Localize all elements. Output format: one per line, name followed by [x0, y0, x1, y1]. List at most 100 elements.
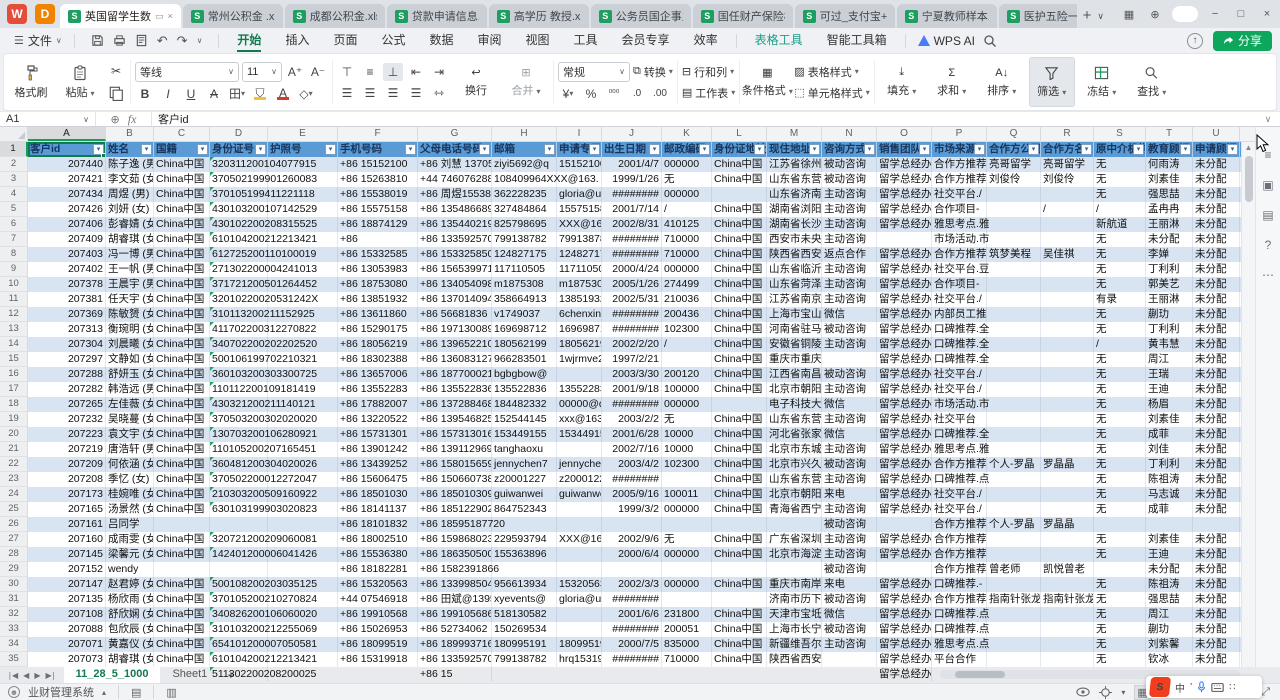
cell[interactable]: China中国	[154, 232, 210, 247]
cell[interactable]	[1041, 652, 1094, 667]
wps-ai-button[interactable]: WPS AI	[912, 34, 981, 48]
cell[interactable]: 无	[1094, 172, 1146, 187]
cell[interactable]: 1997/2/21	[602, 352, 662, 367]
row-header-1[interactable]: 1	[0, 142, 28, 157]
cell[interactable]: 411702200312270822	[210, 322, 268, 337]
cell[interactable]: 130703200106280921	[210, 427, 268, 442]
cell[interactable]: 207297	[28, 352, 106, 367]
cell[interactable]	[1041, 232, 1094, 247]
cell[interactable]: 000000	[662, 262, 712, 277]
cell[interactable]: 200436	[662, 307, 712, 322]
cell[interactable]: 被动咨询	[822, 322, 877, 337]
document-tab[interactable]: S可过_支付宝+_淘宝	[795, 4, 895, 28]
align-top-icon[interactable]: ⊤	[337, 63, 357, 81]
cell[interactable]: 825798695	[492, 217, 557, 232]
cell[interactable]	[602, 562, 662, 577]
filter-dropdown-icon[interactable]: ▾	[1180, 144, 1191, 155]
cell[interactable]: China中国	[154, 487, 210, 502]
cell[interactable]: 赵君婷 (女	[106, 577, 154, 592]
cell[interactable]	[712, 187, 767, 202]
cell[interactable]: 舒欣娴 (女	[106, 607, 154, 622]
cell[interactable]: +86 18002510	[338, 532, 418, 547]
menu-tab-页面[interactable]: 页面	[321, 28, 369, 53]
cell[interactable]: 主动咨询	[822, 187, 877, 202]
cell[interactable]: 西安市未央	[767, 232, 822, 247]
cell[interactable]: 北京市朝阳	[767, 382, 822, 397]
cell[interactable]: China中国	[154, 607, 210, 622]
filter-dropdown-icon[interactable]: ▾	[1081, 144, 1092, 155]
cell[interactable]: China中国	[154, 397, 210, 412]
cell[interactable]: China中国	[154, 277, 210, 292]
filter-dropdown-icon[interactable]: ▾	[699, 144, 710, 155]
cell[interactable]: +86 1565399710	[418, 262, 492, 277]
cell[interactable]: +86 52734062	[418, 622, 492, 637]
row-header-26[interactable]: 26	[0, 517, 28, 532]
cell[interactable]: +86 1582391866	[418, 562, 492, 577]
filter-dropdown-icon[interactable]: ▾	[479, 144, 490, 155]
cell[interactable]: 1wjrmve221(	[557, 352, 602, 367]
header-cell[interactable]: 邮箱▾	[492, 142, 557, 157]
cell[interactable]: 内部员工推	[932, 307, 987, 322]
cell[interactable]: 无	[1094, 247, 1146, 262]
skin-icon[interactable]: ⊕	[1142, 8, 1168, 21]
cell[interactable]: 吴晓蔓 (女	[106, 412, 154, 427]
cell[interactable]: 2002/8/31	[602, 217, 662, 232]
cell[interactable]: 社交平台.豆	[932, 262, 987, 277]
cell[interactable]: 杨欣雨 (女	[106, 592, 154, 607]
cell[interactable]: 169698712	[492, 322, 557, 337]
cell[interactable]: 无	[662, 412, 712, 427]
cell[interactable]: 864752343	[492, 502, 557, 517]
cell[interactable]: 李婵	[1146, 247, 1193, 262]
cell[interactable]: 王迪	[1146, 382, 1193, 397]
cell[interactable]: +86 15575158	[338, 202, 418, 217]
cell[interactable]: 799138782	[492, 652, 557, 667]
row-header-19[interactable]: 19	[0, 412, 28, 427]
cell[interactable]: 799138782	[557, 232, 602, 247]
document-tab[interactable]: S国任财产保险样本.x	[693, 4, 793, 28]
cell[interactable]: 207403	[28, 247, 106, 262]
cell[interactable]: 重庆市南岸	[767, 577, 822, 592]
select-all-corner[interactable]	[0, 127, 28, 141]
sort-button[interactable]: A↓ 排序 ▾	[979, 57, 1025, 107]
italic-button[interactable]: I	[158, 85, 178, 103]
cell[interactable]: 未分配	[1193, 457, 1240, 472]
cell[interactable]: 成菲	[1146, 427, 1193, 442]
cell[interactable]	[987, 322, 1041, 337]
increase-decimal-icon[interactable]: .0	[627, 85, 647, 103]
cell[interactable]: 32010220020531242X	[210, 292, 268, 307]
cell[interactable]: China中国	[712, 217, 767, 232]
header-cell[interactable]: 父母电话号码▾	[418, 142, 492, 157]
cell[interactable]: ########	[602, 232, 662, 247]
cell[interactable]: 山东省东营	[767, 172, 822, 187]
header-cell[interactable]: 教育顾问▾	[1146, 142, 1193, 157]
cell[interactable]: 周江	[1146, 352, 1193, 367]
cell[interactable]: China中国	[154, 577, 210, 592]
cell[interactable]: 罗晶晶	[1041, 457, 1094, 472]
cell[interactable]: 强思喆	[1146, 187, 1193, 202]
row-header-5[interactable]: 5	[0, 202, 28, 217]
cell[interactable]: 来电	[822, 487, 877, 502]
cell[interactable]: 筑梦美程	[987, 247, 1041, 262]
close-window-icon[interactable]: ×	[1254, 8, 1280, 20]
cell[interactable]: +86 13851932	[338, 292, 418, 307]
cell[interactable]: ########	[602, 622, 662, 637]
cell[interactable]: China中国	[154, 172, 210, 187]
cell[interactable]: 207223	[28, 427, 106, 442]
cell[interactable]: 主动咨询	[822, 337, 877, 352]
row-header-32[interactable]: 32	[0, 607, 28, 622]
cell[interactable]	[987, 427, 1041, 442]
cell[interactable]	[987, 352, 1041, 367]
cell[interactable]: 207421	[28, 172, 106, 187]
cell[interactable]: 刘素佳	[1146, 532, 1193, 547]
cell[interactable]: 未分配	[1193, 292, 1240, 307]
cell[interactable]: 刘素佳	[1146, 172, 1193, 187]
cell[interactable]: 1999/3/2	[602, 502, 662, 517]
cell[interactable]: 117110505	[492, 262, 557, 277]
cell[interactable]: 153449155	[557, 427, 602, 442]
cell[interactable]	[557, 442, 602, 457]
cell[interactable]: 6chenxinyur	[557, 307, 602, 322]
menu-tab-公式[interactable]: 公式	[369, 28, 417, 53]
cell[interactable]: 社交平台./	[932, 292, 987, 307]
cell[interactable]: China中国	[712, 262, 767, 277]
cell[interactable]	[987, 472, 1041, 487]
